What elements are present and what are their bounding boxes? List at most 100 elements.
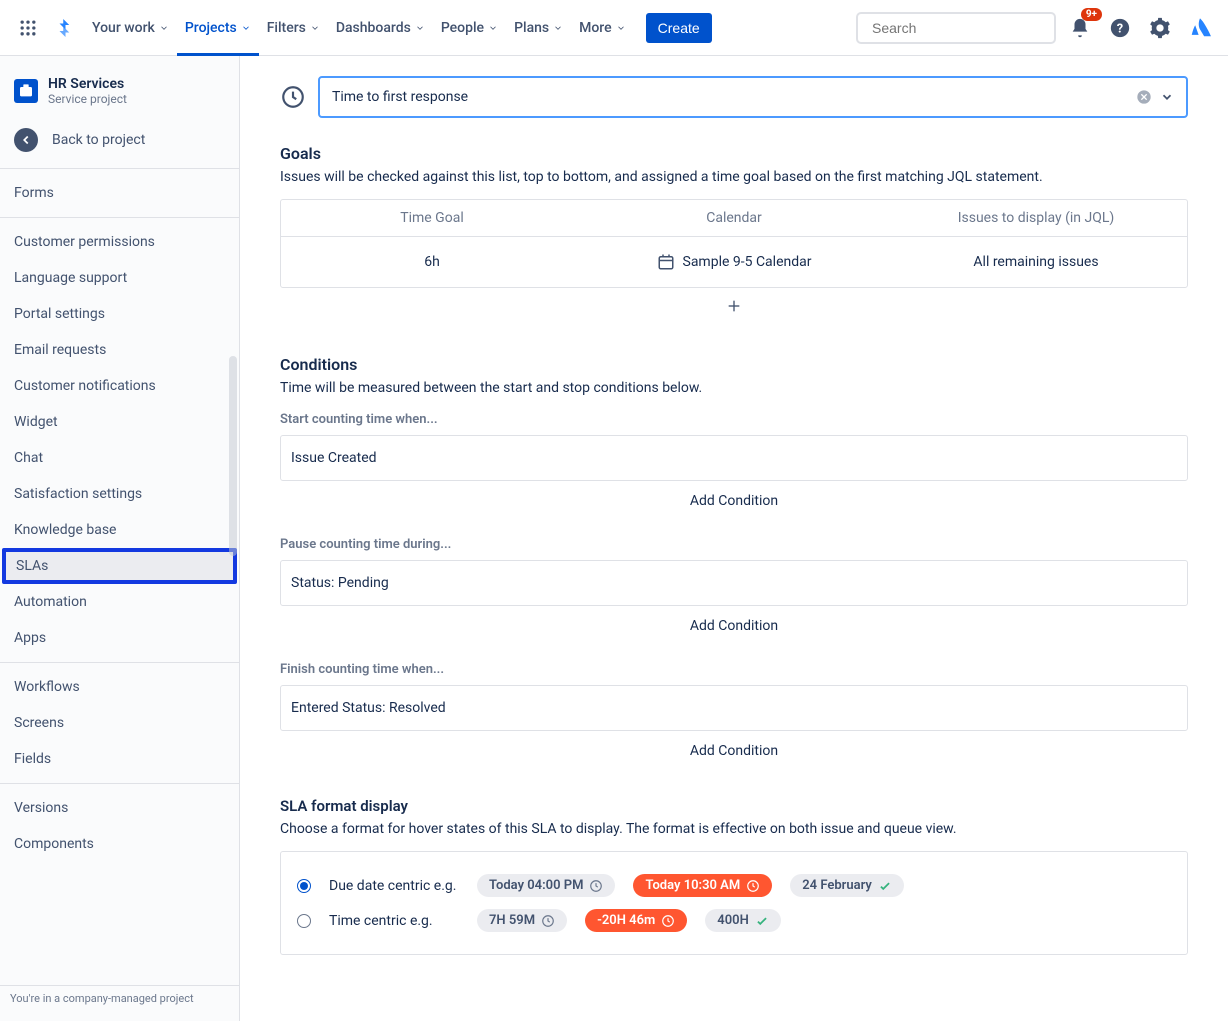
- main-content: Time to first response Goals Issues will…: [240, 56, 1228, 1021]
- nav-item-people[interactable]: People: [433, 14, 506, 42]
- format-options: Due date centric e.g. Today 04:00 PM Tod…: [280, 851, 1188, 955]
- sidebar-item-email-requests[interactable]: Email requests: [0, 332, 239, 368]
- conditions-desc: Time will be measured between the start …: [280, 380, 1188, 396]
- atlassian-icon[interactable]: [1184, 12, 1216, 44]
- sla-name-value: Time to first response: [332, 89, 468, 105]
- pill-neg20h: -20H 46m: [585, 909, 687, 932]
- pause-label: Pause counting time during...: [280, 537, 1188, 552]
- goal-calendar: Sample 9-5 Calendar: [683, 254, 812, 270]
- back-arrow-icon: [14, 128, 38, 152]
- pause-condition[interactable]: Status: Pending: [280, 560, 1188, 606]
- sidebar-item-automation[interactable]: Automation: [0, 584, 239, 620]
- search-field[interactable]: [872, 20, 1053, 36]
- chevron-down-icon: [159, 23, 169, 33]
- start-label: Start counting time when...: [280, 412, 1188, 427]
- add-finish-condition[interactable]: Add Condition: [280, 731, 1188, 771]
- sidebar-item-forms[interactable]: Forms: [0, 175, 239, 211]
- format-title: SLA format display: [280, 797, 1188, 815]
- add-pause-condition[interactable]: Add Condition: [280, 606, 1188, 646]
- sidebar-item-knowledge-base[interactable]: Knowledge base: [0, 512, 239, 548]
- nav-item-dashboards[interactable]: Dashboards: [328, 14, 433, 42]
- nav-item-your-work[interactable]: Your work: [84, 14, 177, 42]
- project-subtitle: Service project: [48, 92, 127, 106]
- sidebar-item-satisfaction-settings[interactable]: Satisfaction settings: [0, 476, 239, 512]
- chevron-down-icon[interactable]: [1160, 90, 1174, 104]
- sidebar-item-components[interactable]: Components: [0, 826, 239, 862]
- sidebar-item-fields[interactable]: Fields: [0, 741, 239, 777]
- notifications-icon[interactable]: 9+: [1064, 12, 1096, 44]
- search-input[interactable]: [856, 12, 1056, 44]
- check-icon: [878, 879, 892, 893]
- create-button[interactable]: Create: [646, 13, 712, 43]
- top-nav: Your workProjectsFiltersDashboardsPeople…: [0, 0, 1228, 56]
- format-opt1-label: Due date centric e.g.: [329, 878, 459, 894]
- sidebar-item-apps[interactable]: Apps: [0, 620, 239, 656]
- clock-icon: [541, 914, 555, 928]
- chevron-down-icon: [415, 23, 425, 33]
- nav-item-projects[interactable]: Projects: [177, 14, 259, 42]
- start-condition[interactable]: Issue Created: [280, 435, 1188, 481]
- format-option-time[interactable]: Time centric e.g. 7H 59M -20H 46m 400H: [297, 903, 1171, 938]
- sidebar-footer: You're in a company-managed project: [0, 985, 239, 1011]
- sidebar-item-versions[interactable]: Versions: [0, 790, 239, 826]
- project-avatar-icon: [14, 79, 38, 103]
- chevron-down-icon: [488, 23, 498, 33]
- format-opt2-label: Time centric e.g.: [329, 913, 459, 929]
- col-calendar: Calendar: [583, 210, 885, 226]
- clear-icon[interactable]: [1136, 89, 1152, 105]
- pill-feb24: 24 February: [790, 874, 904, 897]
- jira-logo-icon[interactable]: [48, 12, 80, 44]
- chevron-down-icon: [241, 23, 251, 33]
- sidebar-item-slas[interactable]: SLAs: [2, 548, 237, 584]
- radio-time[interactable]: [297, 914, 311, 928]
- clock-icon: [661, 914, 675, 928]
- svg-text:?: ?: [1117, 21, 1123, 36]
- nav-item-filters[interactable]: Filters: [259, 14, 328, 42]
- goals-desc: Issues will be checked against this list…: [280, 169, 1188, 185]
- chevron-down-icon: [553, 23, 563, 33]
- finish-condition[interactable]: Entered Status: Resolved: [280, 685, 1188, 731]
- goal-time: 6h: [281, 254, 583, 270]
- add-start-condition[interactable]: Add Condition: [280, 481, 1188, 521]
- scrollbar[interactable]: [229, 356, 237, 556]
- project-header[interactable]: HR Services Service project: [0, 56, 239, 118]
- finish-label: Finish counting time when...: [280, 662, 1188, 677]
- app-switcher-icon[interactable]: [12, 12, 44, 44]
- pill-400h: 400H: [705, 909, 780, 932]
- nav-item-plans[interactable]: Plans: [506, 14, 571, 42]
- pill-today-am: Today 10:30 AM: [633, 874, 772, 897]
- col-issues: Issues to display (in JQL): [885, 210, 1187, 226]
- back-to-project-link[interactable]: Back to project: [0, 118, 239, 162]
- sidebar-item-widget[interactable]: Widget: [0, 404, 239, 440]
- clock-icon: [280, 84, 306, 110]
- settings-icon[interactable]: [1144, 12, 1176, 44]
- nav-item-more[interactable]: More: [571, 14, 634, 42]
- sidebar-item-chat[interactable]: Chat: [0, 440, 239, 476]
- sidebar-item-customer-permissions[interactable]: Customer permissions: [0, 224, 239, 260]
- sidebar-item-screens[interactable]: Screens: [0, 705, 239, 741]
- plus-icon: [726, 298, 742, 314]
- notification-badge: 9+: [1081, 8, 1102, 21]
- format-desc: Choose a format for hover states of this…: [280, 821, 1188, 837]
- check-icon: [755, 914, 769, 928]
- sla-name-input[interactable]: Time to first response: [318, 76, 1188, 118]
- help-icon[interactable]: ?: [1104, 12, 1136, 44]
- clock-icon: [746, 879, 760, 893]
- sidebar-item-customer-notifications[interactable]: Customer notifications: [0, 368, 239, 404]
- goals-title: Goals: [280, 144, 1188, 163]
- conditions-title: Conditions: [280, 355, 1188, 374]
- add-goal-button[interactable]: [280, 288, 1188, 329]
- sidebar-item-workflows[interactable]: Workflows: [0, 669, 239, 705]
- goal-row[interactable]: 6h Sample 9-5 Calendar All remaining iss…: [281, 237, 1187, 287]
- pill-7h59m: 7H 59M: [477, 909, 567, 932]
- goal-issues: All remaining issues: [885, 254, 1187, 270]
- format-option-due-date[interactable]: Due date centric e.g. Today 04:00 PM Tod…: [297, 868, 1171, 903]
- chevron-down-icon: [310, 23, 320, 33]
- back-label: Back to project: [52, 132, 145, 148]
- goals-table: Time Goal Calendar Issues to display (in…: [280, 199, 1188, 288]
- pill-today-pm: Today 04:00 PM: [477, 874, 615, 897]
- sidebar-item-portal-settings[interactable]: Portal settings: [0, 296, 239, 332]
- sidebar-item-language-support[interactable]: Language support: [0, 260, 239, 296]
- sidebar: HR Services Service project Back to proj…: [0, 56, 240, 1021]
- radio-due-date[interactable]: [297, 879, 311, 893]
